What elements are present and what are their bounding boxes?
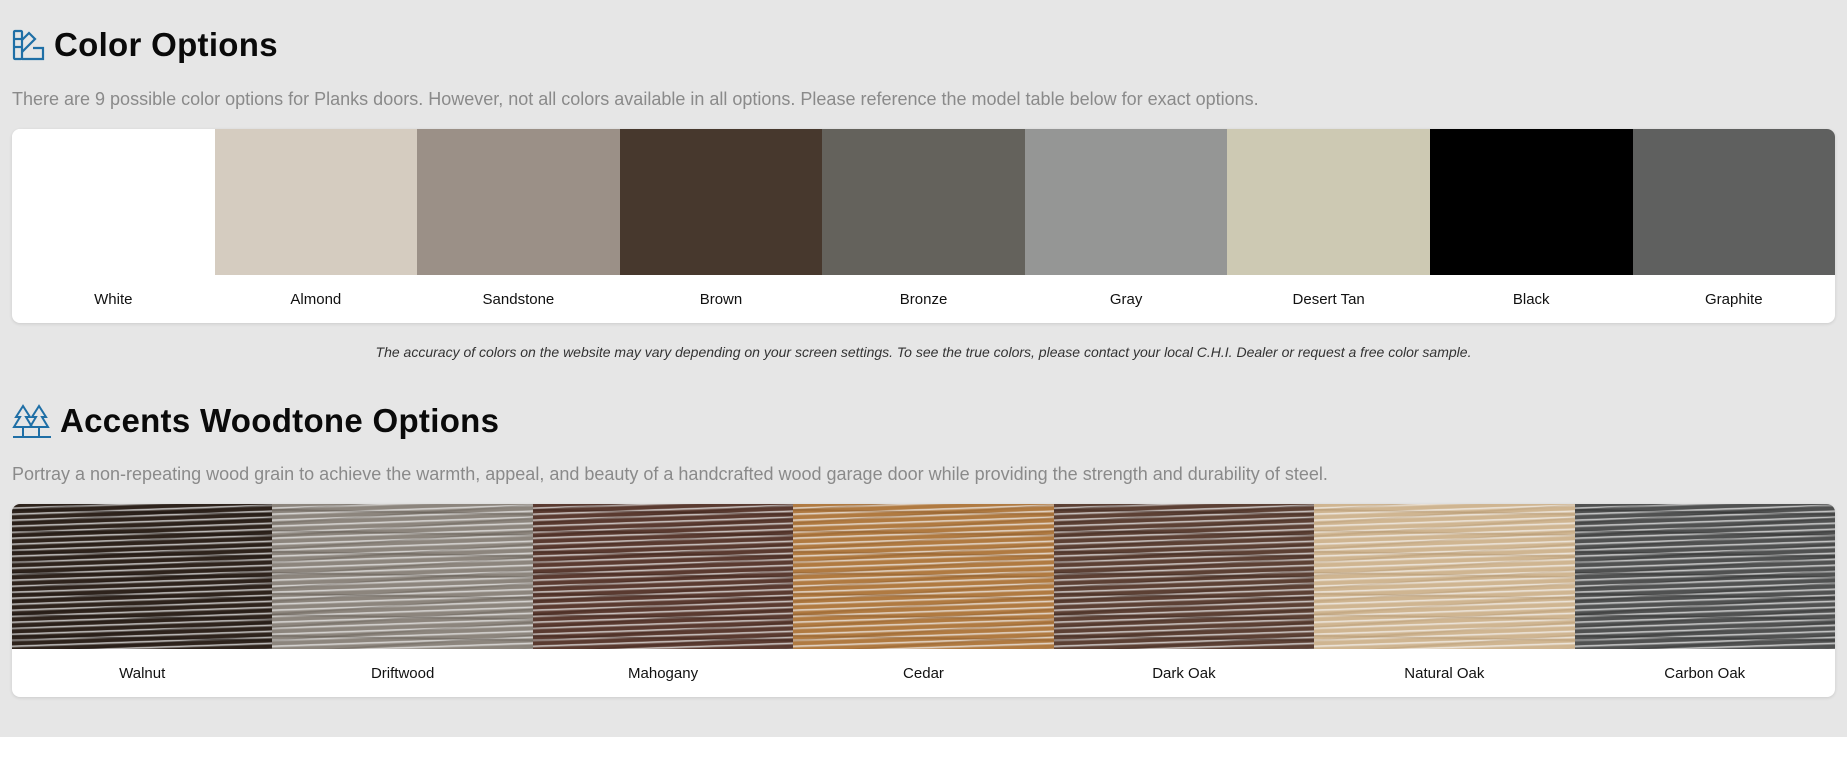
woodtone-swatch-mahogany[interactable]: Mahogany [532, 504, 794, 697]
color-swatch-label: Graphite [1705, 290, 1763, 308]
woodtone-swatch-label: Walnut [119, 664, 166, 682]
woodtone-swatch-dark-oak[interactable]: Dark Oak [1053, 504, 1315, 697]
woodtone-swatch-walnut[interactable]: Walnut [12, 504, 273, 697]
color-chip [12, 129, 215, 275]
woodtone-swatch-natural-oak[interactable]: Natural Oak [1314, 504, 1575, 697]
woodtone-swatch-grid: Walnut Driftwood Mahogany Cedar Dark Oak Natu… [12, 504, 1835, 697]
woodtone-swatch-label: Cedar [903, 664, 944, 682]
color-chip [1227, 129, 1430, 275]
wood-grain-chip [272, 504, 533, 650]
woodtone-swatch-label: Mahogany [628, 664, 699, 682]
color-chip [1632, 129, 1835, 275]
swatch-palette-icon [12, 28, 46, 62]
color-disclaimer: The accuracy of colors on the website ma… [375, 344, 1472, 360]
color-swatch-label: Sandstone [482, 290, 555, 308]
woodtone-swatch-label: Natural Oak [1404, 664, 1485, 682]
color-swatch-white[interactable]: White [12, 129, 215, 323]
color-swatch-label: Gray [1109, 290, 1143, 308]
woodtone-swatch-label: Dark Oak [1152, 664, 1216, 682]
color-swatch-brown[interactable]: Brown [619, 129, 823, 323]
woodtone-swatch-cedar[interactable]: Cedar [793, 504, 1054, 697]
woodtone-swatch-label: Carbon Oak [1664, 664, 1746, 682]
options-panel: Color Options There are 9 possible color… [0, 0, 1847, 737]
color-options-intro: There are 9 possible color options for P… [12, 89, 1259, 109]
color-swatch-label: Black [1512, 290, 1550, 308]
color-swatch-label: Bronze [899, 290, 948, 308]
woodtone-swatch-driftwood[interactable]: Driftwood [272, 504, 533, 697]
wood-grain-chip [1314, 504, 1575, 650]
color-swatch-graphite[interactable]: Graphite [1632, 129, 1835, 323]
woodtone-swatch-label: Driftwood [370, 664, 435, 682]
page-title: Color Options [54, 26, 278, 63]
woodtone-options-heading: Accents Woodtone Options [12, 402, 499, 440]
color-chip [822, 129, 1025, 275]
color-swatch-sandstone[interactable]: Sandstone [417, 129, 620, 323]
color-chip [214, 129, 418, 275]
wood-grain-chip [793, 504, 1054, 650]
color-swatch-almond[interactable]: Almond [214, 129, 418, 323]
color-swatch-label: White [94, 290, 133, 308]
wood-grain-chip [1574, 504, 1835, 650]
color-swatch-label: Almond [290, 290, 342, 308]
color-swatch-label: Desert Tan [1292, 290, 1365, 308]
color-chip [619, 129, 823, 275]
color-chip [1429, 129, 1633, 275]
color-options-heading: Color Options [12, 26, 278, 64]
color-swatch-gray[interactable]: Gray [1024, 129, 1228, 323]
color-chip [417, 129, 620, 275]
woodtone-title: Accents Woodtone Options [60, 402, 500, 439]
wood-grain-chip [1053, 504, 1315, 650]
woodtone-swatch-carbon-oak[interactable]: Carbon Oak [1574, 504, 1835, 697]
color-swatch-black[interactable]: Black [1429, 129, 1633, 323]
wood-grain-chip [532, 504, 794, 650]
color-chip [1024, 129, 1228, 275]
color-swatch-desert-tan[interactable]: Desert Tan [1227, 129, 1430, 323]
color-swatch-label: Brown [699, 290, 743, 308]
color-swatch-bronze[interactable]: Bronze [822, 129, 1025, 323]
wood-grain-chip [12, 504, 273, 650]
trees-icon [12, 403, 52, 439]
color-swatch-grid: White Almond Sandstone Brown Bronze Gray Deser… [12, 129, 1835, 323]
woodtone-intro: Portray a non-repeating wood grain to ac… [12, 464, 1328, 484]
